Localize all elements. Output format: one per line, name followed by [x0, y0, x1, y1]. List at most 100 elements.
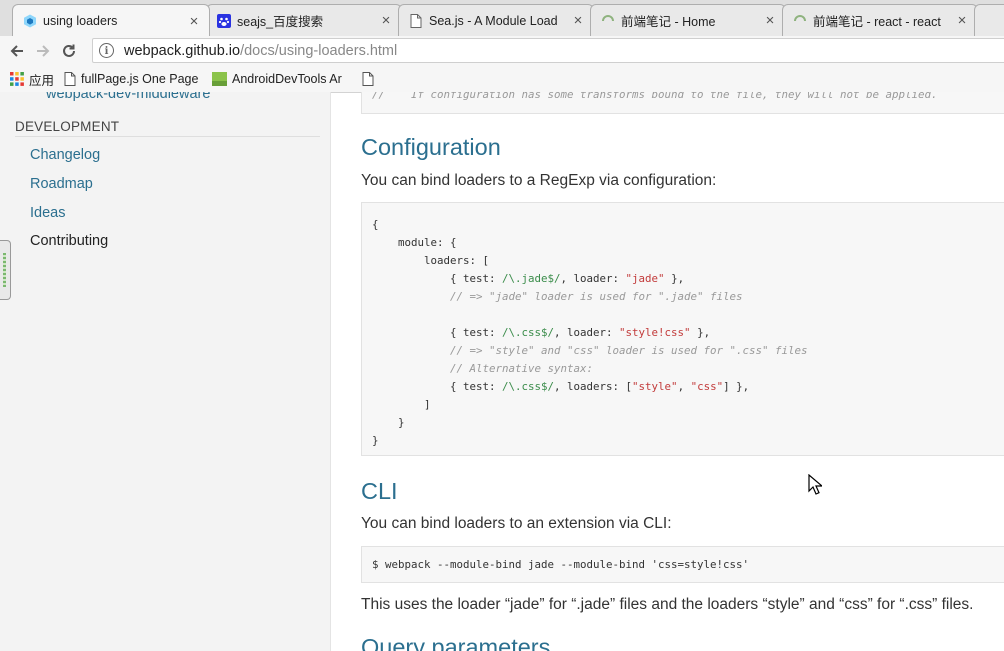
tab-title: using loaders	[43, 14, 118, 28]
code-token: "style!css"	[619, 326, 691, 339]
sidebar-item-webpack-dev-middleware[interactable]: webpack-dev-middleware	[46, 92, 210, 102]
loading-icon	[793, 14, 807, 28]
code-line: loaders: [	[372, 252, 994, 270]
cli-description: You can bind loaders to an extension via…	[361, 515, 672, 532]
baidu-paw-icon	[217, 13, 231, 28]
new-tab-button[interactable]	[974, 4, 1004, 36]
code-line: }	[372, 414, 994, 432]
code-line: module: {	[372, 234, 994, 252]
code-token: // => "jade" loader is used for ".jade" …	[372, 290, 743, 303]
code-token: , loader:	[554, 326, 620, 339]
code-line: ]	[372, 396, 994, 414]
bookmark-fullpage[interactable]: fullPage.js One Page	[64, 72, 202, 86]
bookmark-androiddevtools[interactable]: AndroidDevTools Ar	[212, 72, 352, 86]
tab-close-icon[interactable]: ×	[955, 12, 969, 29]
code-token: }	[372, 416, 405, 429]
bookmark-label: fullPage.js One Page	[81, 72, 199, 86]
tab-close-icon[interactable]: ×	[187, 13, 201, 30]
document-icon	[362, 72, 374, 86]
code-token: "style"	[632, 380, 678, 393]
tab-notes-react[interactable]: 前端笔记 - react - react ×	[782, 4, 978, 36]
forward-button[interactable]	[30, 38, 56, 64]
tab-title: seajs_百度搜索	[237, 15, 324, 29]
bookmark-untitled[interactable]	[362, 72, 379, 86]
loading-icon	[601, 14, 615, 28]
tab-using-loaders[interactable]: using loaders ×	[12, 4, 210, 36]
document-icon	[409, 13, 423, 28]
code-token: ]	[372, 398, 431, 411]
code-token: ,	[677, 380, 691, 393]
sidebar-item-changelog[interactable]: Changelog	[30, 147, 100, 163]
tab-strip: seajs_百度搜索 × Sea.js - A Module Load × 前端…	[0, 0, 1004, 37]
webpack-icon	[23, 14, 37, 28]
sidebar-item-roadmap[interactable]: Roadmap	[30, 176, 93, 192]
code-token: {	[372, 218, 379, 231]
side-panel-handle[interactable]	[0, 240, 11, 300]
code-token: { test:	[372, 272, 503, 285]
page-viewport: webpack-dev-middleware DEVELOPMENT Chang…	[0, 92, 1004, 651]
sidebar-item-ideas[interactable]: Ideas	[30, 205, 65, 221]
mouse-cursor-icon	[808, 474, 822, 495]
code-block-configuration: { module: { loaders: [ { test: /\.jade$/…	[361, 202, 1004, 456]
tab-close-icon[interactable]: ×	[379, 12, 393, 29]
tab-seajs[interactable]: Sea.js - A Module Load ×	[398, 4, 594, 36]
bookmark-label: 应用	[29, 73, 55, 88]
tab-notes-home[interactable]: 前端笔记 - Home ×	[590, 4, 786, 36]
code-token: },	[664, 272, 685, 285]
bookmark-apps[interactable]: 应用	[10, 70, 54, 89]
tab-baidu[interactable]: seajs_百度搜索 ×	[206, 4, 402, 36]
main-content: // If configuration has some transforms …	[361, 92, 1004, 651]
code-line: {	[372, 216, 994, 234]
tab-close-icon[interactable]: ×	[571, 12, 585, 29]
code-token: /\.jade$/	[502, 272, 561, 285]
url-path: /docs/using-loaders.html	[240, 42, 398, 59]
code-block-cli: $ webpack --module-bind jade --module-bi…	[361, 546, 1004, 583]
code-line: }	[372, 432, 994, 450]
tab-title: Sea.js - A Module Load	[429, 13, 558, 28]
apps-grid-icon	[10, 72, 24, 86]
tab-close-icon[interactable]: ×	[763, 12, 777, 29]
reload-button[interactable]	[56, 38, 82, 64]
heading-query-parameters: Query parameters	[361, 634, 551, 651]
code-token: loaders: [	[372, 254, 490, 267]
code-token: module: {	[372, 236, 457, 249]
info-icon[interactable]: i	[99, 43, 114, 58]
bookmark-label: AndroidDevTools Ar	[232, 72, 342, 86]
code-line: // => "jade" loader is used for ".jade" …	[372, 288, 994, 306]
heading-cli: CLI	[361, 478, 398, 504]
grip-icon	[3, 253, 6, 287]
code-token: },	[690, 326, 711, 339]
android-devtools-icon	[212, 72, 228, 86]
code-token: , loader:	[560, 272, 626, 285]
arrow-right-icon	[37, 45, 50, 57]
heading-configuration: Configuration	[361, 134, 501, 160]
document-icon	[64, 72, 76, 86]
code-token: , loaders: [	[554, 380, 633, 393]
code-token: { test:	[372, 326, 503, 339]
tab-title: 前端笔记 - react - react	[813, 15, 941, 29]
tab-title: 前端笔记 - Home	[621, 15, 716, 29]
sidebar-divider	[15, 136, 320, 137]
arrow-left-icon	[10, 45, 23, 57]
code-token: // => "style" and "css" loader is used f…	[372, 344, 808, 357]
code-block-previous: // If configuration has some transforms …	[361, 92, 1004, 114]
bookmarks-bar: 应用 fullPage.js One Page AndroidDevTools …	[0, 66, 1004, 93]
sidebar-item-contributing[interactable]: Contributing	[30, 233, 108, 249]
cli-explanation: This uses the loader “jade” for “.jade” …	[361, 596, 974, 613]
back-button[interactable]	[4, 38, 30, 64]
code-token: "css"	[690, 380, 724, 393]
sidebar-section-heading: DEVELOPMENT	[15, 119, 120, 134]
reload-icon	[63, 44, 75, 57]
code-line: { test: /\.css$/, loaders: ["style", "cs…	[372, 378, 994, 396]
address-bar[interactable]: i webpack.github.io/docs/using-loaders.h…	[92, 38, 1004, 63]
code-token: }	[372, 434, 379, 447]
code-token: /\.css$/	[502, 326, 555, 339]
code-token: "jade"	[625, 272, 665, 285]
code-line: { test: /\.jade$/, loader: "jade" },	[372, 270, 994, 288]
configuration-description: You can bind loaders to a RegExp via con…	[361, 172, 717, 189]
code-token: ] },	[723, 380, 750, 393]
browser-toolbar: i webpack.github.io/docs/using-loaders.h…	[0, 36, 1004, 66]
code-token: /\.css$/	[502, 380, 555, 393]
code-line: { test: /\.css$/, loader: "style!css" },	[372, 324, 994, 342]
